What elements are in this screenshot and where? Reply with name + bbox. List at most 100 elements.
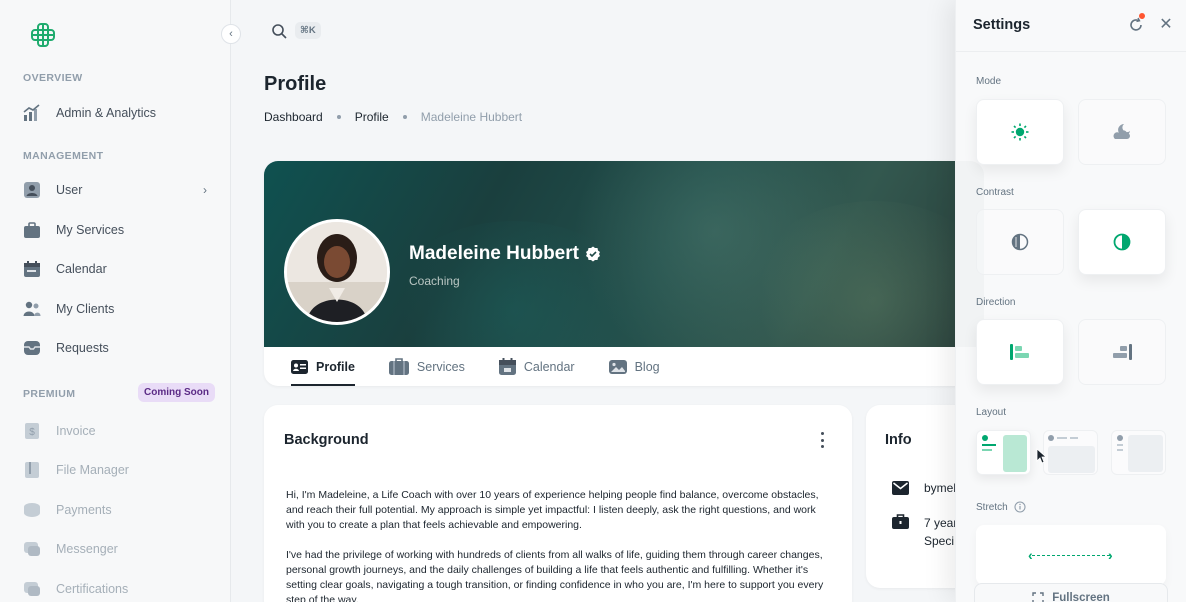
info-email: bymel bbox=[924, 481, 957, 495]
profile-tabs: Profile Services Calendar Blog bbox=[264, 347, 984, 386]
moon-cloud-icon bbox=[1113, 124, 1130, 139]
search-button[interactable]: ⌘K bbox=[271, 22, 321, 39]
logo-icon[interactable] bbox=[30, 22, 56, 48]
contrast-default-option[interactable] bbox=[976, 209, 1064, 275]
breadcrumb-separator bbox=[402, 115, 407, 119]
layout-mini-option[interactable] bbox=[1111, 430, 1166, 475]
section-management: MANAGEMENT bbox=[23, 150, 104, 162]
avatar[interactable] bbox=[284, 219, 390, 325]
sidebar-item-requests[interactable]: Requests bbox=[23, 333, 213, 363]
tab-services[interactable]: Services bbox=[388, 347, 465, 386]
sidebar-item-my-services[interactable]: My Services bbox=[23, 215, 213, 245]
sidebar-item-label: Admin & Analytics bbox=[56, 106, 157, 120]
sidebar-collapse-button[interactable]: ‹ bbox=[221, 24, 241, 44]
sidebar: OVERVIEW Admin & Analytics MANAGEMENT Us… bbox=[0, 0, 231, 602]
breadcrumb: Dashboard Profile Madeleine Hubbert bbox=[264, 110, 522, 124]
tab-label: Blog bbox=[634, 359, 660, 374]
info-experience-line: Speci bbox=[924, 534, 955, 548]
layout-vertical-icon bbox=[982, 435, 1027, 472]
contrast-bold-option[interactable] bbox=[1078, 209, 1166, 275]
sidebar-item-label: Certifications bbox=[56, 582, 129, 596]
file-manager-icon bbox=[23, 461, 41, 479]
analytics-icon bbox=[23, 104, 41, 122]
tab-label: Calendar bbox=[523, 359, 575, 374]
layout-horizontal-icon bbox=[1048, 435, 1095, 473]
info-icon[interactable] bbox=[1014, 501, 1026, 513]
sidebar-item-label: My Services bbox=[56, 223, 125, 237]
breadcrumb-separator bbox=[336, 115, 341, 119]
tab-profile[interactable]: Profile bbox=[291, 347, 355, 386]
stretch-label-row: Stretch bbox=[976, 501, 1026, 513]
breadcrumb-dashboard[interactable]: Dashboard bbox=[264, 110, 323, 124]
mail-icon bbox=[892, 481, 910, 498]
align-left-icon bbox=[1010, 344, 1029, 360]
align-right-icon bbox=[1113, 344, 1132, 360]
fullscreen-label: Fullscreen bbox=[1052, 592, 1110, 602]
background-paragraph: I've had the privilege of working with h… bbox=[286, 549, 824, 602]
more-options-icon[interactable] bbox=[819, 432, 825, 448]
clients-icon bbox=[23, 300, 41, 318]
sidebar-item-label: Invoice bbox=[56, 424, 96, 438]
profile-name-text: Madeleine Hubbert bbox=[409, 243, 579, 264]
layout-vertical-option[interactable] bbox=[976, 430, 1031, 475]
background-text: Hi, I'm Madeleine, a Life Coach with ove… bbox=[286, 488, 836, 602]
sidebar-item-calendar[interactable]: Calendar bbox=[23, 254, 213, 284]
sidebar-item-label: File Manager bbox=[56, 463, 129, 477]
contrast-label: Contrast bbox=[976, 187, 1014, 198]
settings-title: Settings bbox=[973, 17, 1031, 33]
profile-card-icon bbox=[291, 359, 308, 374]
stretch-toggle[interactable]: ‹ › bbox=[976, 525, 1166, 585]
info-title: Info bbox=[885, 432, 912, 448]
mode-dark-option[interactable] bbox=[1078, 99, 1166, 165]
sidebar-item-admin-analytics[interactable]: Admin & Analytics bbox=[23, 98, 213, 128]
close-icon[interactable]: ✕ bbox=[1157, 16, 1175, 34]
sidebar-item-file-manager[interactable]: File Manager bbox=[23, 455, 213, 485]
sidebar-item-payments[interactable]: Payments bbox=[23, 495, 213, 525]
sidebar-item-label: Calendar bbox=[56, 262, 107, 276]
sun-icon bbox=[1011, 123, 1029, 141]
direction-ltr-option[interactable] bbox=[976, 319, 1064, 385]
info-experience-line: 7 year bbox=[924, 516, 958, 530]
sidebar-item-label: Messenger bbox=[56, 542, 118, 556]
invoice-icon: $ bbox=[23, 422, 41, 440]
sidebar-item-certifications[interactable]: Certifications bbox=[23, 574, 213, 602]
coming-soon-badge: Coming Soon bbox=[138, 383, 215, 402]
background-card: Background Hi, I'm Madeleine, a Life Coa… bbox=[264, 405, 852, 602]
profile-cover-card: Madeleine Hubbert Coaching Profile Servi… bbox=[264, 161, 984, 386]
sidebar-item-user[interactable]: User › bbox=[23, 175, 213, 205]
sidebar-item-label: Requests bbox=[56, 341, 109, 355]
profile-role: Coaching bbox=[409, 274, 460, 288]
mode-light-option[interactable] bbox=[976, 99, 1064, 165]
sidebar-item-my-clients[interactable]: My Clients bbox=[23, 294, 213, 324]
tab-label: Services bbox=[416, 359, 465, 374]
tab-blog[interactable]: Blog bbox=[608, 347, 660, 386]
sidebar-item-label: User bbox=[56, 183, 83, 197]
calendar-icon bbox=[498, 358, 516, 375]
background-title: Background bbox=[284, 432, 369, 448]
chevron-left-icon: ‹ bbox=[229, 28, 233, 40]
info-experience: 7 year Speci bbox=[924, 514, 957, 550]
contrast-low-icon bbox=[1011, 233, 1029, 251]
tab-calendar[interactable]: Calendar bbox=[498, 347, 575, 386]
layout-horizontal-option[interactable] bbox=[1043, 430, 1098, 475]
cover-image: Madeleine Hubbert Coaching bbox=[264, 161, 984, 347]
section-overview: OVERVIEW bbox=[23, 72, 83, 84]
direction-rtl-option[interactable] bbox=[1078, 319, 1166, 385]
verified-badge-icon bbox=[585, 246, 600, 262]
fullscreen-button[interactable]: Fullscreen bbox=[974, 583, 1168, 602]
services-icon bbox=[23, 221, 41, 239]
sidebar-item-label: My Clients bbox=[56, 302, 115, 316]
breadcrumb-profile[interactable]: Profile bbox=[355, 110, 389, 124]
svg-text:$: $ bbox=[29, 427, 35, 438]
info-experience-row: 7 year Speci bbox=[892, 514, 957, 550]
messenger-icon bbox=[23, 540, 41, 558]
layout-mini-icon bbox=[1117, 435, 1163, 472]
user-icon bbox=[23, 181, 41, 199]
sidebar-item-invoice[interactable]: $ Invoice bbox=[23, 416, 213, 446]
briefcase-icon bbox=[388, 358, 409, 375]
sidebar-item-messenger[interactable]: Messenger bbox=[23, 534, 213, 564]
fullscreen-icon bbox=[1032, 592, 1044, 602]
reset-notification-dot bbox=[1139, 13, 1145, 19]
sidebar-item-label: Payments bbox=[56, 503, 112, 517]
briefcase-icon bbox=[892, 514, 910, 550]
